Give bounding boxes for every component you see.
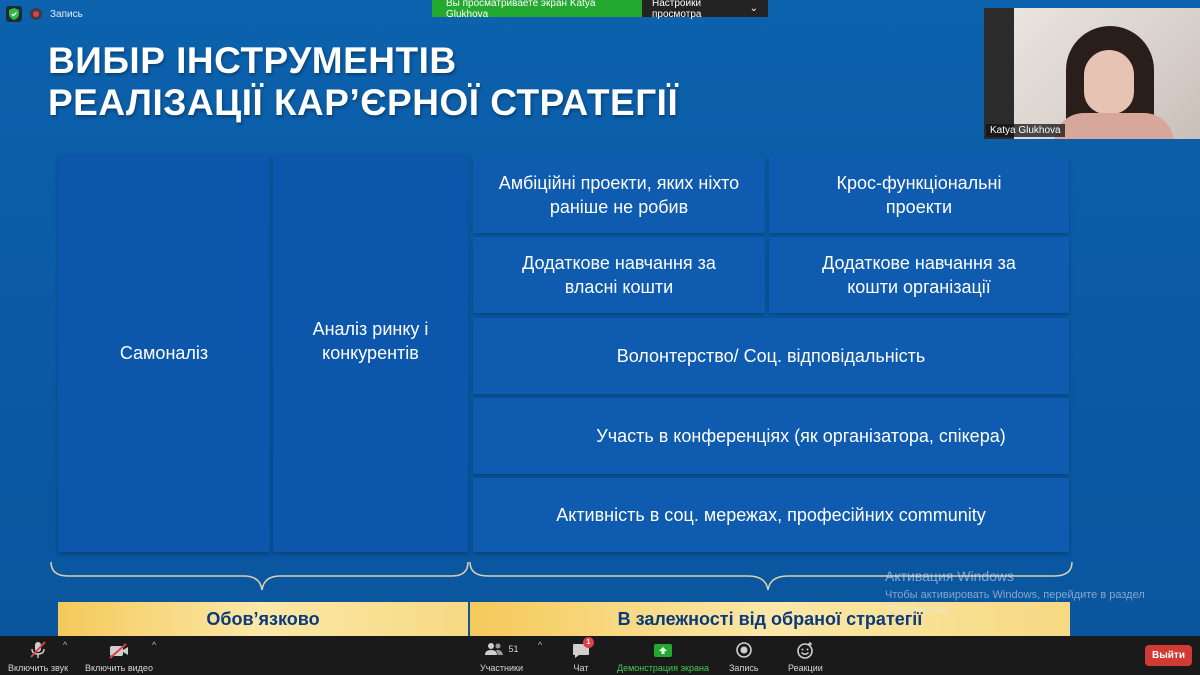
share-banner: Вы просматриваете экран Katya Glukhova Н… — [432, 0, 768, 20]
participants-button[interactable]: 51 Участники — [480, 639, 523, 673]
chat-button[interactable]: 1 Чат — [571, 637, 594, 673]
brace-mandatory — [50, 561, 469, 591]
band-text: В залежності від обраної стратегії — [617, 608, 923, 629]
cell-ambitious-projects: Амбіційні проекти, яких ніхто раніше не … — [473, 157, 765, 233]
mic-muted-icon — [28, 639, 48, 659]
band-text: Обов’язково — [206, 608, 320, 629]
cell-extra-training-org: Додаткове навчання за кошти організації — [769, 237, 1069, 313]
camera-off-icon — [108, 639, 130, 659]
cell-extra-training-own: Додаткове навчання за власні кошти — [473, 237, 765, 313]
windows-activation-watermark: Активация Windows Чтобы активировать Win… — [885, 568, 1145, 618]
share-screen-button[interactable]: Демонстрация экрана — [617, 639, 709, 673]
unmute-label: Включить звук — [8, 663, 69, 673]
meeting-status: Запись — [6, 6, 83, 22]
cell-text: Амбіційні проекти, яких ніхто раніше не … — [498, 173, 740, 217]
cell-self-analysis: Самоналіз — [58, 154, 270, 552]
chevron-down-icon: ⌄ — [749, 3, 758, 14]
band-mandatory: Обов’язково — [58, 602, 468, 636]
cell-text: Участь в конференціях (як організатора, … — [596, 426, 1006, 446]
watermark-subtitle-line1: Чтобы активировать Windows, перейдите в … — [885, 589, 1145, 601]
record-button[interactable]: Запись — [729, 639, 759, 673]
slide-title-line1: ВИБІР ІНСТРУМЕНТІВ — [48, 40, 457, 81]
participants-count: 51 — [508, 644, 519, 654]
participants-label: Участники — [480, 663, 523, 673]
recording-label: Запись — [50, 8, 83, 20]
cell-volunteering: Волонтерство/ Соц. відповідальність — [473, 318, 1069, 394]
video-options-caret[interactable]: ^ — [152, 640, 156, 650]
cell-text: Активність в соц. мережах, професійних c… — [556, 505, 986, 525]
watermark-subtitle-line2: "Параметры". — [885, 604, 955, 616]
cell-conferences: Участь в конференціях (як організатора, … — [473, 398, 1069, 474]
recording-icon — [30, 8, 42, 20]
participant-video-feed — [1014, 8, 1200, 139]
share-screen-icon — [653, 639, 673, 659]
chat-label: Чат — [573, 663, 589, 673]
audio-options-caret[interactable]: ^ — [63, 640, 67, 650]
reactions-label: Реакции — [788, 663, 823, 673]
view-settings-label: Настройки просмотра — [652, 0, 702, 20]
participant-face — [1084, 50, 1134, 114]
view-settings-button[interactable]: Настройки просмотра ⌄ — [642, 0, 768, 20]
chat-unread-badge: 1 — [583, 637, 594, 648]
start-video-button[interactable]: Включить видео — [85, 639, 153, 673]
slide-title: ВИБІР ІНСТРУМЕНТІВ РЕАЛІЗАЦІЇ КАР’ЄРНОЇ … — [48, 40, 678, 124]
participant-name: Katya Glukhova — [986, 124, 1065, 137]
cell-cross-functional: Крос-функціональні проекти — [769, 157, 1069, 233]
cell-market-analysis: Аналіз ринку і конкурентів — [273, 154, 468, 552]
slide-title-line2: РЕАЛІЗАЦІЇ КАР’ЄРНОЇ СТРАТЕГІЇ — [48, 82, 679, 123]
start-video-label: Включить видео — [85, 663, 153, 673]
record-icon — [735, 639, 753, 659]
meeting-toolbar: Включить звук ^ Включить видео ^ 51 Учас… — [0, 636, 1200, 675]
watermark-subtitle: Чтобы активировать Windows, перейдите в … — [885, 588, 1145, 618]
share-screen-label: Демонстрация экрана — [617, 663, 709, 673]
participant-body — [1054, 113, 1174, 139]
participants-icon: 51 — [484, 639, 519, 659]
cell-text: Крос-функціональні проекти — [836, 173, 1002, 217]
participants-options-caret[interactable]: ^ — [538, 640, 542, 650]
unmute-button[interactable]: Включить звук — [8, 639, 68, 673]
participant-video-tile[interactable]: Katya Glukhova — [984, 8, 1200, 139]
watermark-title: Активация Windows — [885, 568, 1015, 584]
cell-text: Додаткове навчання за кошти організації — [822, 253, 1016, 297]
chat-icon: 1 — [571, 637, 594, 659]
record-label: Запись — [729, 663, 759, 673]
cell-social-networks: Активність в соц. мережах, професійних c… — [473, 478, 1069, 552]
reactions-button[interactable]: Реакции — [788, 639, 823, 673]
cell-text: Волонтерство/ Соц. відповідальність — [616, 346, 926, 366]
share-banner-text: Вы просматриваете экран Katya Glukhova — [432, 0, 642, 20]
emoji-icon — [796, 639, 814, 659]
leave-button[interactable]: Выйти — [1145, 645, 1192, 666]
cell-text: Додаткове навчання за власні кошти — [522, 253, 716, 297]
shield-icon[interactable] — [6, 6, 22, 22]
cell-text: Аналіз ринку і конкурентів — [312, 319, 429, 363]
cell-text: Самоналіз — [119, 343, 209, 363]
